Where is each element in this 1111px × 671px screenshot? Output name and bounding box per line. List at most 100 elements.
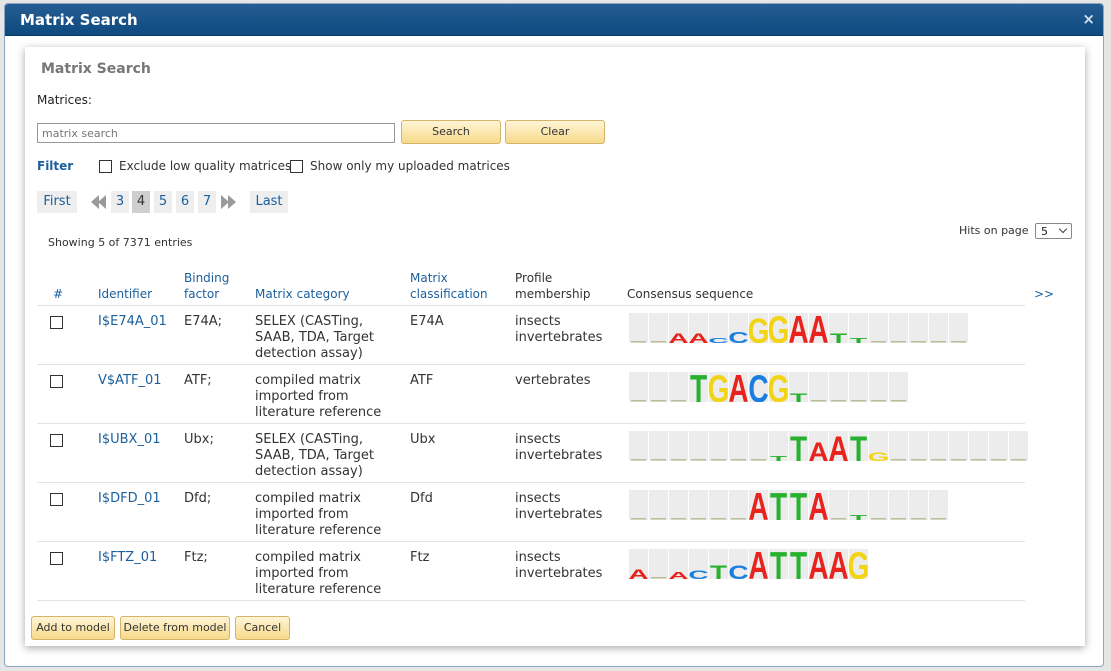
logo-position-background (629, 431, 648, 461)
delete-from-model-button[interactable]: Delete from model (120, 616, 230, 640)
close-icon[interactable]: × (1082, 10, 1095, 28)
col-header-category[interactable]: Matrix category (255, 286, 350, 302)
matrix-category: compiled matrix imported from literature r… (255, 491, 395, 539)
logo-baseline (911, 341, 926, 343)
category-line: compiled matrix (255, 491, 361, 506)
profile-membership: insects invertebrates (515, 432, 602, 464)
exclude-low-quality-checkbox[interactable] (99, 160, 112, 173)
page-6-button[interactable]: 6 (176, 191, 194, 213)
row-select-checkbox[interactable] (50, 434, 63, 447)
binding-factor: Ftz; (184, 550, 208, 565)
next-page-icon[interactable] (228, 195, 236, 209)
logo-position-background (929, 490, 948, 520)
logo-letter: A (828, 549, 848, 579)
row-select-checkbox[interactable] (50, 493, 63, 506)
matrix-classification: Ubx (410, 432, 436, 447)
logo-letter: T (790, 549, 807, 579)
row-select-checkbox[interactable] (50, 375, 63, 388)
search-button[interactable]: Search (401, 120, 501, 144)
show-only-uploaded-label[interactable]: Show only my uploaded matrices (310, 159, 510, 173)
consensus-sequence-logo: AACTCATTAAG (629, 549, 869, 579)
logo-position-background (709, 431, 728, 461)
logo-letter: A (828, 431, 848, 461)
logo-letter: A (808, 490, 828, 520)
page-3-button[interactable]: 3 (111, 191, 129, 213)
logo-baseline (671, 459, 686, 461)
logo-letter: A (808, 436, 828, 461)
binding-factor: ATF; (184, 373, 212, 388)
hits-on-page-select[interactable]: 5 (1035, 223, 1072, 239)
col-header-classification[interactable]: Matrix classification (410, 270, 488, 302)
show-only-uploaded-checkbox[interactable] (290, 160, 303, 173)
logo-letter: T (850, 513, 868, 520)
col-header-identifier[interactable]: Identifier (98, 286, 152, 302)
logo-position-background (869, 313, 888, 343)
logo-baseline (991, 459, 1006, 461)
cancel-button[interactable]: Cancel (235, 616, 290, 640)
col-header-consensus: Consensus sequence (627, 287, 754, 301)
more-columns-button[interactable]: >> (1034, 286, 1054, 302)
matrix-identifier-link[interactable]: I$FTZ_01 (98, 550, 157, 566)
table-row: I$E74A_01 E74A; SELEX (CASTing, SAAB, TDA, … (37, 306, 1025, 365)
category-line: literature reference (255, 405, 382, 420)
logo-position-background (889, 431, 908, 461)
hits-on-page-label: Hits on page (959, 224, 1029, 237)
page-4-button[interactable]: 4 (132, 191, 150, 213)
logo-letter: G (748, 313, 770, 343)
category-line: SAAB, TDA, Target (255, 448, 374, 463)
consensus-sequence-logo: TTAATG (629, 431, 1029, 461)
logo-baseline (951, 341, 966, 343)
page-7-button[interactable]: 7 (198, 191, 216, 213)
logo-baseline (891, 341, 906, 343)
col-header-binding-factor[interactable]: Binding factor (184, 270, 229, 302)
row-select-checkbox[interactable] (50, 316, 63, 329)
col-header-class-line1: Matrix (410, 271, 448, 285)
logo-letter: G (868, 451, 890, 461)
logo-position-background (929, 431, 948, 461)
first-page-button[interactable]: First (37, 191, 77, 213)
profile-line: invertebrates (515, 566, 603, 581)
hits-value: 5 (1041, 225, 1048, 238)
logo-position-background (869, 490, 888, 520)
logo-baseline (891, 400, 906, 402)
page-5-button[interactable]: 5 (154, 191, 172, 213)
logo-position-background (889, 372, 908, 402)
logo-baseline (631, 459, 646, 461)
logo-baseline (691, 459, 706, 461)
exclude-low-quality-label[interactable]: Exclude low quality matrices (119, 159, 291, 173)
category-line: detection assay) (255, 346, 363, 361)
logo-baseline (831, 400, 846, 402)
logo-baseline (911, 459, 926, 461)
logo-baseline (891, 518, 906, 520)
entries-count: Showing 5 of 7371 entries (48, 236, 193, 249)
profile-membership: insects invertebrates (515, 314, 602, 346)
logo-baseline (651, 459, 666, 461)
category-line: SELEX (CASTing, (255, 314, 364, 329)
logo-baseline (951, 459, 966, 461)
matrix-identifier-link[interactable]: I$E74A_01 (98, 314, 167, 330)
add-to-model-button[interactable]: Add to model (31, 616, 115, 640)
logo-position-background (869, 372, 888, 402)
logo-baseline (871, 400, 886, 402)
profile-line: invertebrates (515, 448, 603, 463)
last-page-button[interactable]: Last (250, 191, 288, 213)
profile-membership: insects invertebrates (515, 550, 602, 582)
prev-page-icon[interactable] (98, 195, 106, 209)
filter-label: Filter (37, 159, 74, 173)
consensus-sequence-logo: AACCGGAATT (629, 313, 969, 343)
matrix-search-input[interactable] (37, 123, 395, 143)
logo-baseline (651, 400, 666, 402)
matrix-identifier-link[interactable]: I$UBX_01 (98, 432, 161, 448)
logo-letter: A (668, 331, 688, 343)
row-select-checkbox[interactable] (50, 552, 63, 565)
matrix-category: SELEX (CASTing, SAAB, TDA, Target detectio… (255, 314, 395, 362)
matrix-identifier-link[interactable]: V$ATF_01 (98, 373, 162, 389)
logo-position-background (649, 372, 668, 402)
logo-baseline (631, 341, 646, 343)
logo-position-background (649, 490, 668, 520)
matrix-identifier-link[interactable]: I$DFD_01 (98, 491, 161, 507)
col-header-number[interactable]: # (53, 286, 63, 302)
matrix-category: compiled matrix imported from literature r… (255, 550, 395, 598)
clear-button[interactable]: Clear (505, 120, 605, 144)
logo-letter: G (768, 372, 790, 402)
